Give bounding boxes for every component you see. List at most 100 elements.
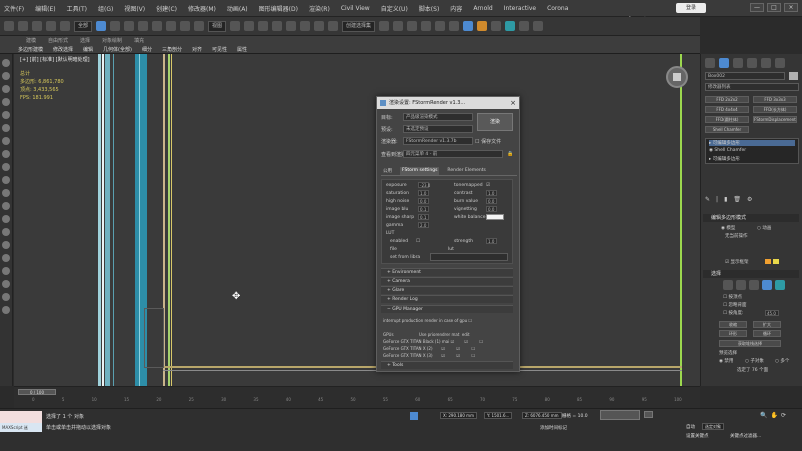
preview-subobj-radio[interactable]: ○ 子对象 [745,358,764,364]
geometry-icon[interactable] [2,98,10,106]
polygon-icon[interactable] [762,280,772,290]
snap-icon[interactable] [272,21,283,31]
percent-snap-icon[interactable] [300,21,311,31]
menu-arnold[interactable]: Arnold [473,5,492,12]
object-name-field[interactable]: Box002 [705,72,785,80]
by-vertex-checkbox[interactable]: ☐ 按顶点 [723,294,742,300]
freeze-icon[interactable] [2,189,10,197]
keyboard-shortcut-icon[interactable] [258,21,269,31]
element-icon[interactable] [775,280,785,290]
model-radio[interactable]: ◉ 模型 [721,225,735,231]
burn-value-spinner[interactable]: 0.0 [486,198,497,204]
border-icon[interactable] [749,280,759,290]
object-color-swatch[interactable] [789,72,798,80]
menu-rendering[interactable]: 渲染(R) [309,4,330,13]
rect-selection-icon[interactable] [124,21,135,31]
rollout-edit-poly-mode[interactable]: 编辑多边形模式 [703,214,799,222]
saturation-spinner[interactable]: 1.0 [418,190,429,196]
rollout-gpu-manager[interactable]: − GPU Manager [381,305,513,313]
pan-icon[interactable]: ✋ [770,412,777,419]
renderer-dropdown[interactable]: FStormRender v1.3.7b [403,137,473,145]
pin-icon[interactable] [2,254,10,262]
display-icon[interactable] [2,306,10,314]
ribbon-geometry-all[interactable]: 几何体(全部) [103,46,132,53]
scale-icon[interactable] [180,21,191,31]
shrink-button[interactable]: 收缩 [719,321,747,328]
rotate-icon[interactable] [166,21,177,31]
ffd-3x3x3-button[interactable]: FFD 3x3x3 [753,96,797,103]
show-end-result-icon[interactable]: | [716,196,718,203]
find-icon[interactable] [2,241,10,249]
viewport-front[interactable]: [+] [前] [标准] [默认明暗处理] 总计 多边形: 6,861,780 … [14,54,700,386]
lut-enabled-checkbox[interactable]: ☐ [416,239,420,244]
unlink-icon[interactable] [46,21,56,31]
menu-file[interactable]: 文件(F) [4,4,24,13]
menu-customize[interactable]: 自定义(U) [381,4,408,13]
view-to-render-dropdown[interactable]: 四元菜单 4 - 前 [403,150,503,158]
ignore-backfacing-checkbox[interactable]: ☐ 忽略背面 [723,302,746,308]
edge-icon[interactable] [736,280,746,290]
exposure-spinner[interactable]: -23.0 [418,182,430,188]
lut-file-value[interactable]: lut [448,247,454,252]
spinner-snap-icon[interactable] [314,21,325,31]
select-object-icon[interactable] [96,21,107,31]
selected-object-dropdown[interactable]: 选定对象 [702,423,724,430]
maxscript-mini-listener[interactable]: MAXScript 迷 [0,423,42,432]
render-iterative-icon[interactable] [519,21,530,31]
ffd-2x2x2-button[interactable]: FFD 2x2x2 [705,96,749,103]
shell-chamfer-button[interactable]: Shell Chamfer [705,126,749,133]
white-balance-swatch[interactable] [486,214,504,220]
system-icon[interactable] [2,150,10,158]
rendered-frame-icon[interactable] [491,21,502,31]
menu-views[interactable]: 视图(V) [124,4,145,13]
menu-tools[interactable]: 工具(T) [67,4,87,13]
sort-icon[interactable] [2,228,10,236]
angle-snap-icon[interactable] [286,21,297,31]
bind-space-warp-icon[interactable] [60,21,70,31]
camera-icon[interactable] [2,85,10,93]
minimize-button[interactable]: — [750,3,764,12]
move-icon[interactable] [152,21,163,31]
rollout-selection[interactable]: 选择 [703,270,799,278]
menu-corona[interactable]: Corona [547,5,568,12]
lock-icon[interactable]: 🔒 [507,151,513,157]
undo-icon[interactable] [4,21,14,31]
maximize-button[interactable]: □ [767,3,781,12]
stack-item-editable-poly[interactable]: ▸ 可编辑多边形 [709,140,795,146]
auto-key-label[interactable]: 自动 [686,424,695,430]
rollout-environment[interactable]: + Environment [381,268,513,276]
lock-selection-icon[interactable] [410,412,418,420]
ffd-box-button[interactable]: FFD(长方体) [753,106,797,113]
reference-coord-dropdown[interactable]: 视图 [208,20,227,32]
material-editor-icon[interactable] [463,21,474,31]
configure-modifier-sets-icon[interactable]: ⚙ [747,196,752,203]
menu-modifiers[interactable]: 修改器(M) [188,4,216,13]
modifier-list-dropdown[interactable]: 修改器列表 [705,83,799,91]
hide-icon[interactable] [2,176,10,184]
contrast-spinner[interactable]: 1.0 [486,190,497,196]
ribbon-properties[interactable]: 属性 [237,46,247,53]
dialog-titlebar[interactable]: 渲染设置: FStormRender v1.3... × [377,97,519,109]
high-noise-spinner[interactable]: 0.0 [418,198,429,204]
select-by-name-icon[interactable] [110,21,121,31]
menu-edit[interactable]: 编辑(E) [35,4,55,13]
cage-color-swatch[interactable] [765,259,771,264]
display-tab-icon[interactable] [761,58,771,68]
ribbon-poly-modeling[interactable]: 多边形建模 [18,46,43,53]
image-sharp-spinner[interactable]: 0.1 [418,214,429,220]
ribbon-tab-object-paint[interactable]: 对象绘制 [102,37,122,44]
modify-tab-icon[interactable] [719,58,729,68]
preview-multi-radio[interactable]: ○ 多个 [775,358,789,364]
stack-item-editable-poly-base[interactable]: ▸ 可编辑多边形 [709,156,740,162]
render-button[interactable]: 渲染 [477,113,513,131]
menu-animation[interactable]: 动画(A) [227,4,248,13]
align-icon[interactable] [393,21,404,31]
pivot-icon[interactable] [230,21,241,31]
rollout-tools[interactable]: + Tools [381,361,513,369]
selection-filter-dropdown[interactable]: 全部 [74,20,93,32]
by-angle-checkbox[interactable]: ☐ 按角度: [723,310,744,316]
ffd-4x4x4-button[interactable]: FFD 4x4x4 [705,106,749,113]
stack-item-shell-chamfer[interactable]: ◉ Shell Chamfer [709,148,746,153]
helper-icon[interactable] [2,124,10,132]
rollout-render-log[interactable]: + Render Log [381,295,513,303]
